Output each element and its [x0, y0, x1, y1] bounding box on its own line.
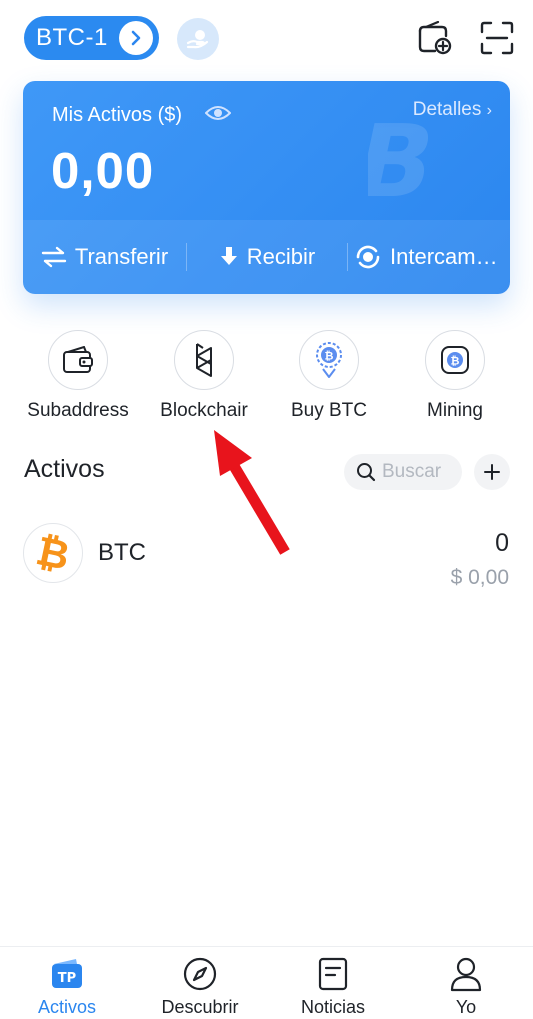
mining-button[interactable]: ₿ Mining: [395, 330, 515, 422]
svg-text:B: B: [368, 111, 446, 211]
wallet-name: BTC-1: [36, 24, 108, 51]
user-icon: [406, 955, 526, 993]
download-icon: [220, 247, 237, 265]
search-icon: [357, 463, 376, 482]
chevron-right-icon: [119, 21, 153, 55]
transfer-button[interactable]: Transferir: [23, 220, 186, 294]
add-token-button[interactable]: [474, 454, 510, 490]
search-placeholder: Buscar: [382, 461, 442, 482]
token-symbol: BTC: [98, 539, 146, 566]
nav-assets-label: Activos: [37, 997, 97, 1017]
nav-discover-label: Descubrir: [161, 997, 239, 1017]
token-fiat-value: $ 0,00: [450, 566, 509, 589]
transfer-label: Transferir: [74, 244, 169, 269]
wallet-home-screen: BTC-1 B Mis Activos ($) Detalles › 0,00 …: [0, 0, 533, 1019]
subaddress-label: Subaddress: [27, 400, 129, 421]
details-label: Detalles: [412, 99, 482, 120]
total-assets-amount: 0,00: [51, 142, 155, 199]
nav-assets[interactable]: TP Activos: [7, 955, 127, 1018]
buy-btc-button[interactable]: ₿ Buy BTC: [269, 330, 389, 422]
receive-button[interactable]: Recibir: [187, 220, 347, 294]
buy-btc-label: Buy BTC: [290, 400, 368, 421]
mining-icon: ₿: [425, 330, 485, 390]
chevron-right-icon: ›: [486, 102, 492, 119]
plus-icon: [484, 464, 500, 480]
details-link[interactable]: Detalles ›: [413, 99, 492, 121]
wallet-icon: [48, 330, 108, 390]
scan-icon[interactable]: [477, 18, 517, 58]
assets-title: Activos: [24, 455, 105, 483]
svg-text:₿: ₿: [325, 350, 334, 363]
eye-icon[interactable]: [204, 103, 232, 128]
swap-button[interactable]: Intercam…: [348, 220, 508, 294]
wallet-switcher-button[interactable]: BTC-1: [24, 16, 159, 60]
swap-icon: [356, 245, 380, 269]
subaddress-button[interactable]: Subaddress: [18, 330, 138, 422]
quick-functions: Subaddress Blockchair ₿ Buy BTC ₿ Mining: [0, 330, 533, 430]
nav-me[interactable]: Yo: [406, 955, 526, 1018]
total-assets-label: Mis Activos ($): [52, 104, 183, 126]
nav-news[interactable]: Noticias: [273, 955, 393, 1018]
blockchair-button[interactable]: Blockchair: [144, 330, 264, 422]
total-assets-card: B Mis Activos ($) Detalles › 0,00 Transf…: [23, 81, 510, 294]
card-actions: Transferir Recibir Intercam…: [23, 220, 510, 294]
svg-text:TP: TP: [58, 971, 76, 986]
token-balance: 0: [495, 529, 509, 557]
blockchair-icon: [174, 330, 234, 390]
nav-news-label: Noticias: [300, 997, 366, 1017]
receive-label: Recibir: [246, 244, 316, 269]
bitcoin-watermark-icon: B: [345, 103, 448, 220]
bottom-navigation: TP Activos Descubrir Noticias Yo: [0, 946, 533, 1019]
bitcoin-logo-icon: ₿: [23, 523, 83, 583]
svg-text:₿: ₿: [33, 531, 73, 575]
nav-me-label: Yo: [455, 997, 477, 1017]
hand-coin-icon[interactable]: [177, 18, 219, 60]
bitcoin-pin-icon: ₿: [299, 330, 359, 390]
top-bar: BTC-1: [0, 0, 533, 80]
add-wallet-icon[interactable]: [414, 18, 454, 58]
tp-wallet-icon: TP: [7, 955, 127, 993]
swap-label: Intercam…: [390, 244, 498, 269]
transfer-icon: [41, 246, 67, 268]
red-arrow-annotation: [214, 430, 290, 555]
compass-icon: [140, 955, 260, 993]
blockchair-label: Blockchair: [160, 400, 248, 421]
nav-discover[interactable]: Descubrir: [140, 955, 260, 1018]
search-input[interactable]: Buscar: [344, 454, 462, 490]
mining-label: Mining: [427, 400, 483, 421]
news-icon: [273, 955, 393, 993]
svg-text:₿: ₿: [451, 355, 460, 368]
